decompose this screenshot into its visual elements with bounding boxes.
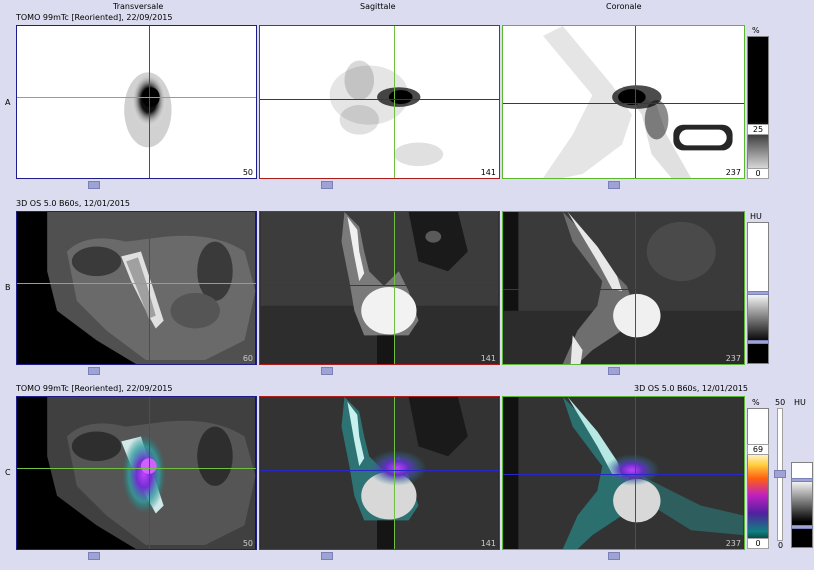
viewport-a-transversal[interactable]: 50 bbox=[16, 25, 257, 179]
slice-number: 50 bbox=[242, 539, 253, 548]
slider-c-coronal[interactable] bbox=[608, 552, 620, 560]
slice-number: 141 bbox=[480, 354, 496, 363]
view-header-sagittale: Sagittale bbox=[360, 2, 396, 11]
viewport-a-sagittal[interactable]: 141 bbox=[259, 25, 500, 179]
crosshair-vertical[interactable] bbox=[394, 397, 395, 549]
row-c-letter: C bbox=[5, 468, 11, 477]
viewport-c-transversal[interactable]: 50 bbox=[16, 396, 257, 550]
row-b-window-lower-handle[interactable] bbox=[747, 340, 769, 344]
row-b-series-label: 3D OS 5.0 B60s, 12/01/2015 bbox=[16, 199, 131, 208]
slice-number: 237 bbox=[725, 168, 741, 177]
row-a-scale-value[interactable]: 25 bbox=[747, 124, 769, 135]
row-c-window-upper-handle[interactable] bbox=[791, 478, 813, 482]
slider-a-coronal[interactable] bbox=[608, 181, 620, 189]
viewport-c-coronal[interactable]: 237 bbox=[502, 396, 745, 550]
crosshair-vertical[interactable] bbox=[149, 397, 150, 549]
viewport-b-sagittal[interactable]: 141 bbox=[259, 211, 500, 365]
slice-number: 60 bbox=[242, 354, 253, 363]
crosshair-vertical[interactable] bbox=[149, 26, 150, 178]
crosshair-vertical[interactable] bbox=[394, 26, 395, 178]
row-b-letter: B bbox=[5, 283, 11, 292]
fusion-slider-handle[interactable] bbox=[774, 470, 786, 478]
row-a-letter: A bbox=[5, 98, 11, 107]
viewport-a-coronal[interactable]: 237 bbox=[502, 25, 745, 179]
row-c-scale-unit-right: HU bbox=[794, 398, 806, 407]
row-c-series-label-right: 3D OS 5.0 B60s, 12/01/2015 bbox=[634, 384, 749, 393]
view-header-coronale: Coronale bbox=[606, 2, 642, 11]
row-c-scale-unit-left: % bbox=[752, 398, 760, 407]
slider-b-coronal[interactable] bbox=[608, 367, 620, 375]
crosshair-horizontal[interactable] bbox=[503, 289, 744, 290]
slider-a-transversal[interactable] bbox=[88, 181, 100, 189]
row-a-colorbar[interactable] bbox=[747, 36, 769, 178]
slice-number: 237 bbox=[725, 354, 741, 363]
row-c-pet-colorbar[interactable] bbox=[747, 408, 769, 549]
slider-c-sagittal[interactable] bbox=[321, 552, 333, 560]
crosshair-horizontal[interactable] bbox=[17, 468, 256, 469]
slider-c-transversal[interactable] bbox=[88, 552, 100, 560]
row-c-ct-colorbar[interactable] bbox=[791, 462, 813, 548]
crosshair-horizontal[interactable] bbox=[503, 474, 744, 475]
crosshair-horizontal[interactable] bbox=[260, 99, 499, 100]
crosshair-horizontal[interactable] bbox=[260, 470, 499, 471]
crosshair-vertical[interactable] bbox=[394, 212, 395, 364]
crosshair-horizontal[interactable] bbox=[17, 97, 256, 98]
row-c-scale-min[interactable]: 0 bbox=[747, 538, 769, 549]
crosshair-horizontal[interactable] bbox=[17, 283, 256, 284]
fusion-slider-value: 50 bbox=[775, 398, 786, 407]
slider-b-transversal[interactable] bbox=[88, 367, 100, 375]
crosshair-horizontal[interactable] bbox=[503, 103, 744, 104]
row-a-series-label: TOMO 99mTc [Reoriented], 22/09/2015 bbox=[16, 13, 173, 22]
row-c-window-lower-handle[interactable] bbox=[791, 525, 813, 529]
row-c-scale-value[interactable]: 69 bbox=[747, 444, 769, 455]
crosshair-horizontal[interactable] bbox=[260, 285, 499, 286]
slice-number: 237 bbox=[725, 539, 741, 548]
slice-number: 50 bbox=[242, 168, 253, 177]
slider-a-sagittal[interactable] bbox=[321, 181, 333, 189]
row-c-series-label-left: TOMO 99mTc [Reoriented], 22/09/2015 bbox=[16, 384, 173, 393]
row-b-window-upper-handle[interactable] bbox=[747, 291, 769, 295]
slider-b-sagittal[interactable] bbox=[321, 367, 333, 375]
slice-number: 141 bbox=[480, 539, 496, 548]
viewport-b-transversal[interactable]: 60 bbox=[16, 211, 257, 365]
viewport-c-sagittal[interactable]: 141 bbox=[259, 396, 500, 550]
slice-number: 141 bbox=[480, 168, 496, 177]
viewport-b-coronal[interactable]: 237 bbox=[502, 211, 745, 365]
fusion-slider-min: 0 bbox=[778, 541, 784, 550]
row-a-scale-min[interactable]: 0 bbox=[747, 168, 769, 179]
view-header-transversale: Transversale bbox=[113, 2, 164, 11]
row-b-scale-unit: HU bbox=[750, 212, 762, 221]
row-a-scale-unit: % bbox=[752, 26, 760, 35]
crosshair-vertical[interactable] bbox=[149, 212, 150, 364]
